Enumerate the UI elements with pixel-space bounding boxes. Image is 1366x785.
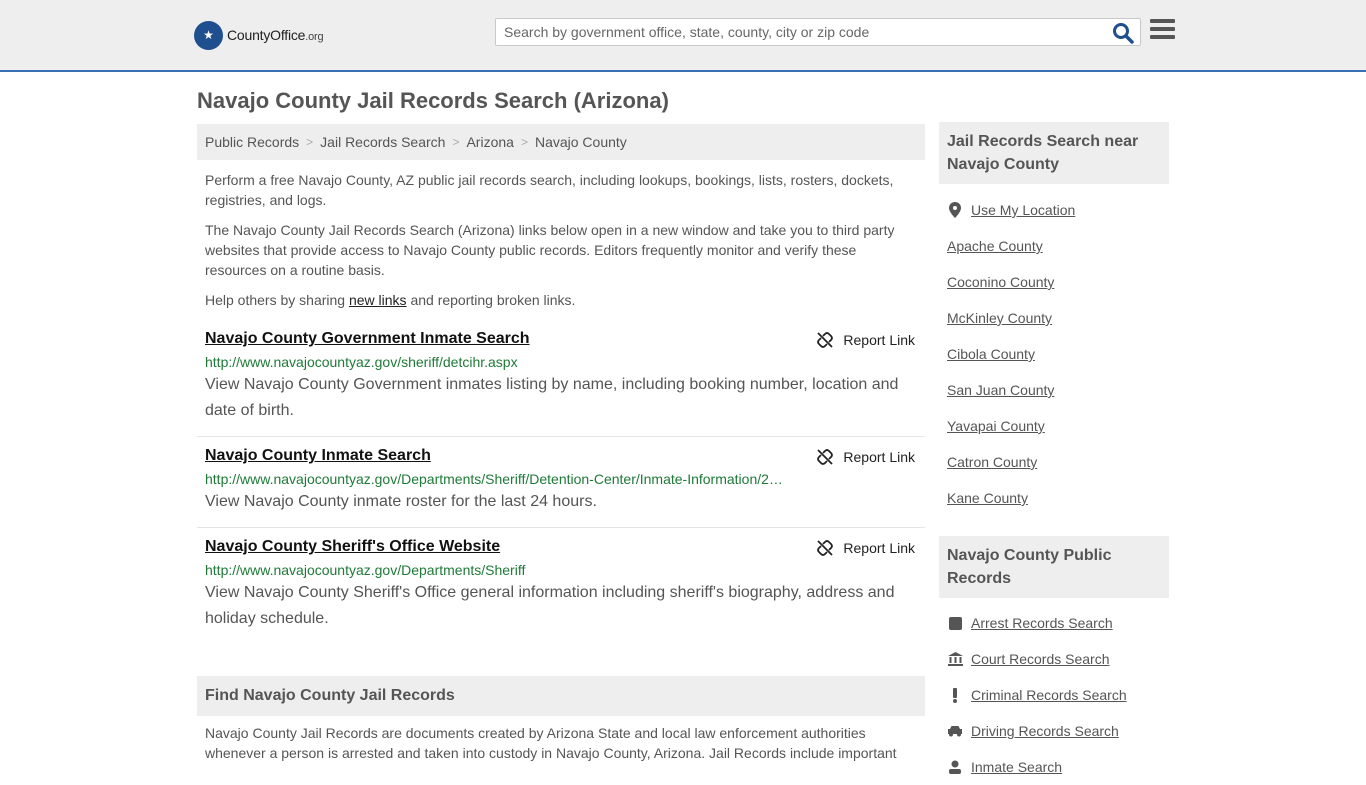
list-item: Arrest Records Search [947, 605, 1127, 641]
list-item: Criminal Records Search [947, 677, 1127, 713]
hamburger-icon [1150, 19, 1175, 23]
list-item: Driving Records Search [947, 713, 1127, 749]
courthouse-icon [947, 652, 963, 666]
nearby-title: Jail Records Search near Navajo County [939, 122, 1169, 184]
nearby-county-link[interactable]: Catron County [947, 454, 1037, 470]
broken-link-icon [817, 332, 834, 348]
car-icon [947, 725, 963, 737]
list-item: McKinley County [947, 300, 1075, 336]
intro-paragraph-3: Help others by sharing new links and rep… [205, 292, 576, 308]
nearby-county-link[interactable]: Coconino County [947, 274, 1054, 290]
result-item: Navajo County Government Inmate Search R… [197, 324, 925, 424]
result-item: Navajo County Sheriff's Office Website R… [197, 532, 925, 632]
result-url: http://www.navajocountyaz.gov/Department… [205, 471, 783, 487]
public-record-link[interactable]: Driving Records Search [971, 723, 1119, 739]
public-records-list: Arrest Records Search Court Records Sear… [947, 605, 1127, 785]
list-item: Coconino County [947, 264, 1075, 300]
result-url: http://www.navajocountyaz.gov/sheriff/de… [205, 354, 518, 370]
public-records-title: Navajo County Public Records [939, 536, 1169, 598]
report-link-button[interactable]: Report Link [817, 540, 915, 556]
divider [197, 436, 925, 437]
public-record-link[interactable]: Criminal Records Search [971, 687, 1127, 703]
nearby-county-link[interactable]: Cibola County [947, 346, 1035, 362]
breadcrumb: Public Records > Jail Records Search > A… [197, 124, 925, 160]
intro-paragraph-1: Perform a free Navajo County, AZ public … [205, 172, 894, 208]
nearby-list: Use My Location Apache County Coconino C… [947, 192, 1075, 516]
list-item: Apache County [947, 228, 1075, 264]
chevron-right-icon: > [306, 135, 314, 149]
square-icon [947, 616, 963, 630]
result-description: View Navajo County Sheriff's Office gene… [205, 584, 895, 627]
eagle-seal-icon: ★ [194, 20, 223, 50]
list-item: Inmate Search [947, 749, 1127, 785]
broken-link-icon [817, 449, 834, 465]
inmate-icon [947, 760, 963, 774]
nearby-county-link[interactable]: Yavapai County [947, 418, 1045, 434]
search-icon [1113, 23, 1134, 44]
public-record-link[interactable]: Inmate Search [971, 759, 1062, 775]
chevron-right-icon: > [452, 135, 460, 149]
nearby-county-link[interactable]: McKinley County [947, 310, 1052, 326]
divider [197, 527, 925, 528]
public-record-link[interactable]: Arrest Records Search [971, 615, 1113, 631]
search-box [495, 18, 1141, 46]
breadcrumb-public-records[interactable]: Public Records [205, 134, 299, 150]
breadcrumb-navajo-county[interactable]: Navajo County [535, 134, 627, 150]
result-title-link[interactable]: Navajo County Sheriff's Office Website [205, 538, 500, 556]
new-links-link[interactable]: new links [349, 292, 407, 308]
report-link-button[interactable]: Report Link [817, 332, 915, 348]
use-location-link[interactable]: Use My Location [971, 202, 1075, 218]
logo-suffix: .org [305, 31, 324, 43]
map-pin-icon [947, 202, 963, 218]
result-description: View Navajo County Government inmates li… [205, 376, 899, 419]
top-bar: ★ CountyOffice.org [0, 0, 1366, 72]
exclamation-icon [947, 687, 963, 703]
list-item: Catron County [947, 444, 1075, 480]
list-item: Cibola County [947, 336, 1075, 372]
result-description: View Navajo County inmate roster for the… [205, 493, 597, 510]
site-logo[interactable]: ★ CountyOffice.org [194, 20, 324, 50]
page-title: Navajo County Jail Records Search (Arizo… [197, 88, 669, 113]
result-title-link[interactable]: Navajo County Inmate Search [205, 447, 431, 465]
search-input[interactable] [496, 19, 1096, 45]
breadcrumb-arizona[interactable]: Arizona [466, 134, 513, 150]
intro-paragraph-2: The Navajo County Jail Records Search (A… [205, 222, 895, 278]
use-location-item: Use My Location [947, 192, 1075, 228]
list-item: San Juan County [947, 372, 1075, 408]
logo-text: CountyOffice [227, 27, 306, 43]
result-title-link[interactable]: Navajo County Government Inmate Search [205, 330, 530, 348]
nearby-county-link[interactable]: San Juan County [947, 382, 1054, 398]
nearby-county-link[interactable]: Apache County [947, 238, 1043, 254]
search-button[interactable] [1112, 22, 1134, 44]
result-item: Navajo County Inmate Search Report Link … [197, 441, 925, 515]
breadcrumb-jail-records[interactable]: Jail Records Search [320, 134, 445, 150]
find-section-title: Find Navajo County Jail Records [197, 676, 925, 716]
result-url: http://www.navajocountyaz.gov/Department… [205, 562, 526, 578]
report-link-button[interactable]: Report Link [817, 449, 915, 465]
menu-button[interactable] [1150, 19, 1175, 43]
broken-link-icon [817, 540, 834, 556]
chevron-right-icon: > [520, 135, 528, 149]
list-item: Court Records Search [947, 641, 1127, 677]
public-record-link[interactable]: Court Records Search [971, 651, 1110, 667]
list-item: Yavapai County [947, 408, 1075, 444]
list-item: Kane County [947, 480, 1075, 516]
nearby-county-link[interactable]: Kane County [947, 490, 1028, 506]
find-section-body: Navajo County Jail Records are documents… [205, 725, 897, 761]
